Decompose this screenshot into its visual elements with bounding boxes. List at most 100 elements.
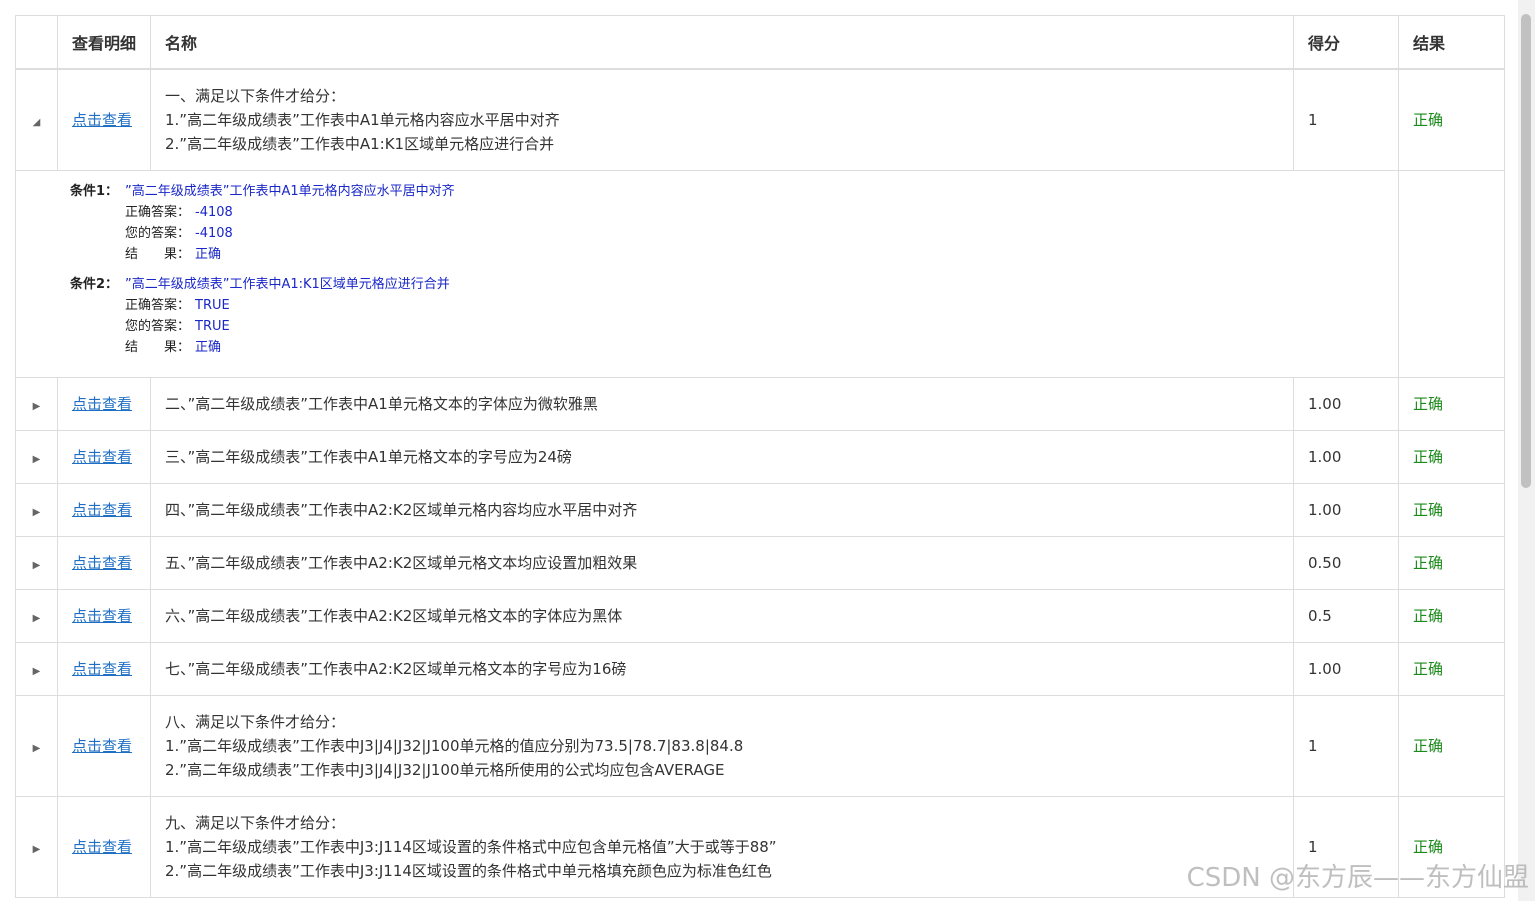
view-detail-cell: 点击查看 xyxy=(57,694,151,797)
table-row: ▶ 点击查看 四、”高二年级成绩表”工作表中A2:K2区域单元格内容均应水平居中… xyxy=(15,482,1505,537)
view-detail-cell: 点击查看 xyxy=(57,588,151,643)
result-cell: 正确 xyxy=(1398,68,1505,171)
triangle-down-icon: ◢ xyxy=(32,116,41,128)
correct-answer-value: TRUE xyxy=(195,297,230,313)
view-detail-cell: 点击查看 xyxy=(57,429,151,484)
name-line: 1.”高二年级成绩表”工作表中J3:J114区域设置的条件格式中应包含单元格值”… xyxy=(165,837,777,856)
your-answer-label: 您的答案： xyxy=(125,318,191,334)
expand-toggle[interactable]: ▶ xyxy=(15,795,58,898)
name-line: 九、满足以下条件才给分： xyxy=(165,813,346,832)
name-cell: 五、”高二年级成绩表”工作表中A2:K2区域单元格文本均应设置加粗效果 xyxy=(150,535,1294,590)
view-detail-cell: 点击查看 xyxy=(57,641,151,696)
triangle-right-icon: ▶ xyxy=(32,400,41,412)
correct-answer-label: 正确答案： xyxy=(125,204,191,220)
name-line: 七、”高二年级成绩表”工作表中A2:K2区域单元格文本的字号应为16磅 xyxy=(165,659,627,678)
condition-result-value: 正确 xyxy=(195,339,222,355)
header-detail: 查看明细 xyxy=(57,15,151,70)
score-cell: 1.00 xyxy=(1293,376,1399,431)
expand-toggle[interactable]: ▶ xyxy=(15,376,58,431)
triangle-right-icon: ▶ xyxy=(32,612,41,624)
view-detail-link[interactable]: 点击查看 xyxy=(72,660,132,678)
correct-answer-value: -4108 xyxy=(195,204,233,220)
name-line: 三、”高二年级成绩表”工作表中A1单元格文本的字号应为24磅 xyxy=(165,447,572,466)
view-detail-link[interactable]: 点击查看 xyxy=(72,395,132,413)
table-row: ▶ 点击查看 二、”高二年级成绩表”工作表中A1单元格文本的字体应为微软雅黑 1… xyxy=(15,376,1505,431)
correct-answer-label: 正确答案： xyxy=(125,297,191,313)
view-detail-link[interactable]: 点击查看 xyxy=(72,737,132,755)
table-row: ▶ 点击查看 三、”高二年级成绩表”工作表中A1单元格文本的字号应为24磅 1.… xyxy=(15,429,1505,484)
view-detail-link[interactable]: 点击查看 xyxy=(72,838,132,856)
score-cell: 0.5 xyxy=(1293,588,1399,643)
header-expand xyxy=(15,15,58,70)
condition-text: ”高二年级成绩表”工作表中A1:K1区域单元格应进行合并 xyxy=(125,276,450,292)
name-line: 四、”高二年级成绩表”工作表中A2:K2区域单元格内容均应水平居中对齐 xyxy=(165,500,638,519)
name-cell: 四、”高二年级成绩表”工作表中A2:K2区域单元格内容均应水平居中对齐 xyxy=(150,482,1294,537)
scrollbar-thumb[interactable] xyxy=(1521,14,1531,488)
condition-block: 条件1： ”高二年级成绩表”工作表中A1单元格内容应水平居中对齐 正确答案： -4… xyxy=(70,181,1398,265)
result-cell: 正确 xyxy=(1398,694,1505,797)
triangle-right-icon: ▶ xyxy=(32,506,41,518)
name-line: 八、满足以下条件才给分： xyxy=(165,712,346,731)
name-cell: 九、满足以下条件才给分： 1.”高二年级成绩表”工作表中J3:J114区域设置的… xyxy=(150,795,1294,898)
condition-result-value: 正确 xyxy=(195,246,222,262)
expand-toggle[interactable]: ▶ xyxy=(15,482,58,537)
triangle-right-icon: ▶ xyxy=(32,665,41,677)
condition-text: ”高二年级成绩表”工作表中A1单元格内容应水平居中对齐 xyxy=(125,183,455,199)
view-detail-cell: 点击查看 xyxy=(57,535,151,590)
expand-toggle[interactable]: ▶ xyxy=(15,429,58,484)
view-detail-link[interactable]: 点击查看 xyxy=(72,501,132,519)
result-cell: 正确 xyxy=(1398,641,1505,696)
condition-result-label: 结 果： xyxy=(125,246,191,262)
result-cell: 正确 xyxy=(1398,535,1505,590)
detail-spacer xyxy=(1398,169,1505,378)
triangle-right-icon: ▶ xyxy=(32,843,41,855)
score-cell: 1.00 xyxy=(1293,429,1399,484)
result-cell: 正确 xyxy=(1398,588,1505,643)
view-detail-cell: 点击查看 xyxy=(57,795,151,898)
header-result: 结果 xyxy=(1398,15,1505,70)
result-cell: 正确 xyxy=(1398,376,1505,431)
header-score: 得分 xyxy=(1293,15,1399,70)
condition-label: 条件1： xyxy=(70,183,119,199)
header-name: 名称 xyxy=(150,15,1294,70)
expand-toggle[interactable]: ▶ xyxy=(15,641,58,696)
table-row: ▶ 点击查看 六、”高二年级成绩表”工作表中A2:K2区域单元格文本的字体应为黑… xyxy=(15,588,1505,643)
score-cell: 0.50 xyxy=(1293,535,1399,590)
name-line: 2.”高二年级成绩表”工作表中J3:J114区域设置的条件格式中单元格填充颜色应… xyxy=(165,861,772,880)
table-row: ▶ 点击查看 七、”高二年级成绩表”工作表中A2:K2区域单元格文本的字号应为1… xyxy=(15,641,1505,696)
view-detail-cell: 点击查看 xyxy=(57,68,151,171)
condition-result-label: 结 果： xyxy=(125,339,191,355)
name-line: 五、”高二年级成绩表”工作表中A2:K2区域单元格文本均应设置加粗效果 xyxy=(165,553,638,572)
table-row: ▶ 点击查看 五、”高二年级成绩表”工作表中A2:K2区域单元格文本均应设置加粗… xyxy=(15,535,1505,590)
vertical-scrollbar[interactable] xyxy=(1518,0,1535,901)
table-row: ▶ 点击查看 八、满足以下条件才给分： 1.”高二年级成绩表”工作表中J3|J4… xyxy=(15,694,1505,797)
name-line: 六、”高二年级成绩表”工作表中A2:K2区域单元格文本的字体应为黑体 xyxy=(165,606,623,625)
name-cell: 八、满足以下条件才给分： 1.”高二年级成绩表”工作表中J3|J4|J32|J1… xyxy=(150,694,1294,797)
name-line: 一、满足以下条件才给分： xyxy=(165,86,346,105)
condition-label: 条件2： xyxy=(70,276,119,292)
expand-toggle[interactable]: ▶ xyxy=(15,694,58,797)
triangle-right-icon: ▶ xyxy=(32,559,41,571)
your-answer-label: 您的答案： xyxy=(125,225,191,241)
view-detail-cell: 点击查看 xyxy=(57,376,151,431)
detail-row: 条件1： ”高二年级成绩表”工作表中A1单元格内容应水平居中对齐 正确答案： -4… xyxy=(15,169,1505,378)
view-detail-link[interactable]: 点击查看 xyxy=(72,607,132,625)
name-cell: 三、”高二年级成绩表”工作表中A1单元格文本的字号应为24磅 xyxy=(150,429,1294,484)
score-table: 查看明细 名称 得分 结果 ◢ 点击查看 一、满足以下条件才给分： 1.”高二年… xyxy=(15,15,1505,898)
view-detail-cell: 点击查看 xyxy=(57,482,151,537)
your-answer-value: TRUE xyxy=(195,318,230,334)
view-detail-link[interactable]: 点击查看 xyxy=(72,448,132,466)
watermark-text: CSDN @东方辰——东方仙盟 xyxy=(1186,863,1529,893)
score-cell: 1 xyxy=(1293,694,1399,797)
view-detail-link[interactable]: 点击查看 xyxy=(72,554,132,572)
name-line: 2.”高二年级成绩表”工作表中J3|J4|J32|J100单元格所使用的公式均应… xyxy=(165,760,725,779)
expand-toggle[interactable]: ◢ xyxy=(15,68,58,171)
expand-toggle[interactable]: ▶ xyxy=(15,588,58,643)
score-cell: 1.00 xyxy=(1293,482,1399,537)
expand-toggle[interactable]: ▶ xyxy=(15,535,58,590)
score-cell: 1 xyxy=(1293,68,1399,171)
view-detail-link[interactable]: 点击查看 xyxy=(72,111,132,129)
score-cell: 1.00 xyxy=(1293,641,1399,696)
detail-panel: 条件1： ”高二年级成绩表”工作表中A1单元格内容应水平居中对齐 正确答案： -4… xyxy=(15,169,1399,378)
result-cell: 正确 xyxy=(1398,429,1505,484)
